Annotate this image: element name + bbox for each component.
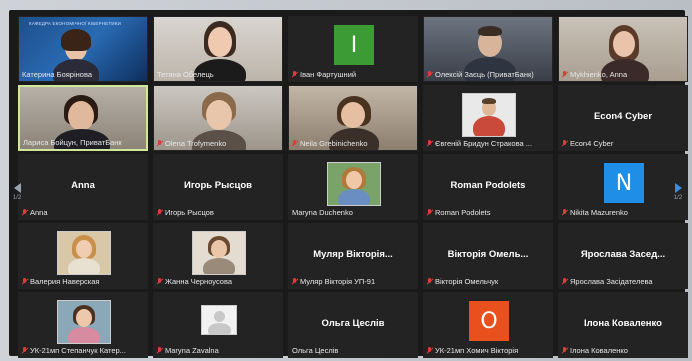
participant-name: Ярослава Засідателева <box>562 277 684 286</box>
participant-tile[interactable]: Вікторія Омель... Вікторія Омельчук <box>423 223 553 289</box>
participant-display-name: Ольга Цеслів <box>321 318 385 329</box>
page-indicator: 1/2 <box>673 195 683 201</box>
next-page-button[interactable]: 1/2 <box>671 178 685 206</box>
participant-tile-active-speaker[interactable]: Лариса Бойцун, ПриватБанк <box>18 85 148 151</box>
participant-tile[interactable]: Mykhienko, Anna <box>558 16 688 82</box>
participant-tile[interactable]: Муляр Вікторія... Муляр Вікторія УП-91 <box>288 223 418 289</box>
participant-name: Игорь Рысцов <box>157 208 279 217</box>
participant-display-name: Вікторія Омель... <box>447 249 529 260</box>
muted-mic-icon <box>562 140 568 147</box>
participant-display-name: Ілона Коваленко <box>584 318 662 329</box>
muted-mic-icon <box>562 71 568 78</box>
participant-tile[interactable]: Olena Trofymenko <box>153 85 283 151</box>
muted-mic-icon <box>22 347 28 354</box>
participant-tile[interactable]: Игорь Рысцов Игорь Рысцов <box>153 154 283 220</box>
previous-page-button[interactable]: 1/2 <box>10 178 24 206</box>
participant-name: Neila Grebinichenko <box>292 139 414 148</box>
participant-tile[interactable]: Ольга Цеслів Ольга Цеслів <box>288 292 418 358</box>
muted-mic-icon <box>292 71 298 78</box>
participant-tile[interactable]: Maryna Zavalna <box>153 292 283 358</box>
muted-mic-icon <box>292 278 298 285</box>
participant-name: Вікторія Омельчук <box>427 277 549 286</box>
participant-initial-avatar: I <box>334 25 374 65</box>
default-avatar-icon <box>201 305 237 335</box>
participant-name: Іван Фартушний <box>292 70 414 79</box>
participant-name: Лариса Бойцун, ПриватБанк <box>23 138 122 147</box>
participant-tile[interactable]: Neila Grebinichenko <box>288 85 418 151</box>
participant-name: Olena Trofymenko <box>157 139 279 148</box>
video-banner-text: КАФЕДРА ЕКОНОМІЧНОЇ КІБЕРНЕТИКИ <box>29 21 122 26</box>
video-gallery-window: КАФЕДРА ЕКОНОМІЧНОЇ КІБЕРНЕТИКИ Катерина… <box>9 10 688 358</box>
participant-display-name: Ярослава Засед... <box>580 249 666 260</box>
participant-tile[interactable]: КАФЕДРА ЕКОНОМІЧНОЇ КІБЕРНЕТИКИ Катерина… <box>18 16 148 82</box>
participant-tile[interactable]: Жанна Черноусова <box>153 223 283 289</box>
muted-mic-icon <box>562 347 568 354</box>
participant-name: Econ4 Cyber <box>562 139 684 148</box>
participant-tile[interactable]: O УК-21мп Хомич Вікторія <box>423 292 553 358</box>
participant-profile-photo <box>192 231 246 275</box>
muted-mic-icon <box>427 209 433 216</box>
participant-name: Муляр Вікторія УП-91 <box>292 277 414 286</box>
participant-display-name: Игорь Рысцов <box>184 180 252 191</box>
page-indicator: 1/2 <box>12 195 22 201</box>
participant-profile-photo <box>57 231 111 275</box>
participant-name: Тетяна Обелець <box>157 70 214 79</box>
participant-name: Ольга Цеслів <box>292 346 339 355</box>
participant-name: Жанна Черноусова <box>157 277 279 286</box>
participant-name: УК-21мп Хомич Вікторія <box>427 346 549 355</box>
muted-mic-icon <box>427 71 433 78</box>
muted-mic-icon <box>427 140 433 147</box>
participant-tile[interactable]: Maryna Duchenko <box>288 154 418 220</box>
participant-tile[interactable]: Anna Anna <box>18 154 148 220</box>
participant-tile[interactable]: Олексій Заєць (ПриватБанк) <box>423 16 553 82</box>
muted-mic-icon <box>157 209 163 216</box>
participant-profile-photo <box>57 300 111 344</box>
participant-name: Валерия Наверская <box>22 277 144 286</box>
participant-name: Євгеній Бридун Стракова ... <box>427 139 549 148</box>
participant-tile[interactable]: Econ4 Cyber Econ4 Cyber <box>558 85 688 151</box>
participant-display-name: Econ4 Cyber <box>593 111 653 122</box>
muted-mic-icon <box>157 278 163 285</box>
participant-tile[interactable]: Ярослава Засед... Ярослава Засідателева <box>558 223 688 289</box>
muted-mic-icon <box>157 140 163 147</box>
muted-mic-icon <box>562 278 568 285</box>
participant-tile[interactable]: Євгеній Бридун Стракова ... <box>423 85 553 151</box>
participant-profile-photo <box>462 93 516 137</box>
participant-tile[interactable]: Валерия Наверская <box>18 223 148 289</box>
muted-mic-icon <box>562 209 568 216</box>
participant-name: Ілона Коваленко <box>562 346 684 355</box>
muted-mic-icon <box>22 278 28 285</box>
participant-name: Mykhienko, Anna <box>562 70 684 79</box>
participant-tile[interactable]: Тетяна Обелець <box>153 16 283 82</box>
muted-mic-icon <box>427 347 433 354</box>
participant-tile[interactable]: УК-21мп Степанчук Катер... <box>18 292 148 358</box>
participant-display-name: Roman Podolets <box>450 180 526 191</box>
participant-name: Maryna Zavalna <box>157 346 279 355</box>
participant-name: Катерина Боярінова <box>22 70 93 79</box>
chevron-right-icon <box>674 183 682 193</box>
participant-name: Олексій Заєць (ПриватБанк) <box>427 70 549 79</box>
participant-initial-avatar: O <box>469 301 509 341</box>
participant-initial-avatar: N <box>604 163 644 203</box>
chevron-left-icon <box>13 183 21 193</box>
participant-tile[interactable]: N Nikita Mazurenko <box>558 154 688 220</box>
participant-tile[interactable]: Ілона Коваленко Ілона Коваленко <box>558 292 688 358</box>
participant-display-name: Anna <box>71 180 95 191</box>
muted-mic-icon <box>157 347 163 354</box>
participant-name: Maryna Duchenko <box>292 208 353 217</box>
participant-grid: КАФЕДРА ЕКОНОМІЧНОЇ КІБЕРНЕТИКИ Катерина… <box>18 16 688 358</box>
participant-name: УК-21мп Степанчук Катер... <box>22 346 144 355</box>
participant-name: Roman Podolets <box>427 208 549 217</box>
participant-display-name: Муляр Вікторія... <box>313 249 393 260</box>
participant-tile[interactable]: I Іван Фартушний <box>288 16 418 82</box>
participant-name: Nikita Mazurenko <box>562 208 684 217</box>
muted-mic-icon <box>22 209 28 216</box>
participant-profile-photo <box>327 162 381 206</box>
participant-name: Anna <box>22 208 144 217</box>
participant-tile[interactable]: Roman Podolets Roman Podolets <box>423 154 553 220</box>
muted-mic-icon <box>292 140 298 147</box>
muted-mic-icon <box>427 278 433 285</box>
